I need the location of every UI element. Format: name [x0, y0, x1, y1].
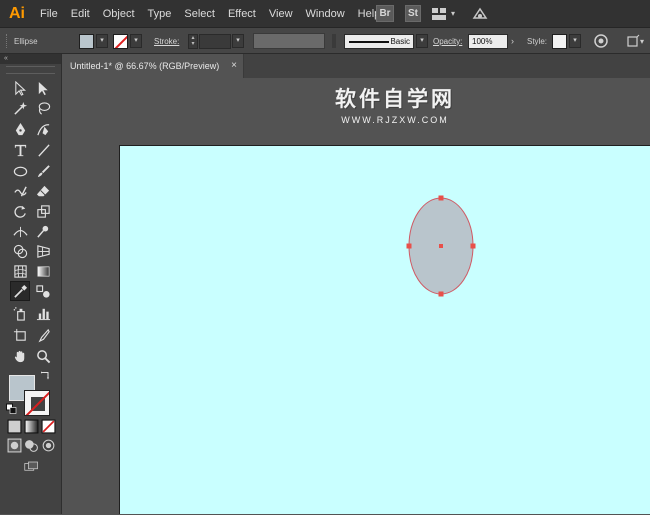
- toolbox-grip[interactable]: [6, 66, 55, 74]
- shaper-tool-icon[interactable]: [10, 181, 30, 201]
- change-screen-mode-icon[interactable]: [20, 458, 42, 474]
- profile-dropdown[interactable]: [332, 34, 336, 48]
- column-graph-tool-icon[interactable]: [33, 303, 53, 323]
- arrange-documents-icon[interactable]: [431, 7, 449, 21]
- graphic-style-swatch[interactable]: [552, 33, 567, 49]
- mesh-tool-icon[interactable]: [10, 261, 30, 281]
- zoom-tool-icon[interactable]: [33, 346, 53, 366]
- recolor-artwork-icon[interactable]: [594, 28, 608, 54]
- draw-behind-icon[interactable]: [23, 437, 39, 453]
- anchor-point-top[interactable]: [438, 195, 444, 201]
- draw-normal-icon[interactable]: [6, 437, 22, 453]
- document-tab-title: Untitled-1* @ 66.67% (RGB/Preview): [70, 61, 220, 71]
- main-menu: File Edit Object Type Select Effect View…: [40, 0, 393, 28]
- lasso-tool-icon[interactable]: [33, 98, 53, 118]
- gradient-mode-icon[interactable]: [23, 418, 39, 434]
- selection-tool-icon[interactable]: [10, 78, 30, 98]
- fill-color-mode-icon[interactable]: [6, 418, 22, 434]
- menu-edit[interactable]: Edit: [71, 8, 90, 20]
- swap-fill-stroke-icon[interactable]: [40, 369, 52, 381]
- brush-dropdown[interactable]: ▾: [416, 34, 428, 48]
- stock-button[interactable]: St: [405, 5, 421, 22]
- menu-effect[interactable]: Effect: [228, 8, 256, 20]
- gradient-tool-icon[interactable]: [33, 261, 53, 281]
- draw-inside-icon[interactable]: [40, 437, 56, 453]
- none-mode-icon[interactable]: [40, 418, 56, 434]
- symbol-sprayer-tool-icon[interactable]: [10, 303, 30, 323]
- stroke-color-box[interactable]: [24, 390, 50, 416]
- bridge-button[interactable]: Br: [376, 5, 394, 22]
- perspective-grid-tool-icon[interactable]: [33, 241, 53, 261]
- brush-definition-field[interactable]: Basic: [344, 33, 414, 49]
- toolbox: «: [0, 54, 62, 514]
- default-fill-stroke-icon[interactable]: [6, 403, 18, 415]
- curvature-tool-icon[interactable]: [33, 119, 53, 139]
- pen-tool-icon[interactable]: [10, 119, 30, 139]
- slice-tool-icon[interactable]: [33, 325, 53, 345]
- opacity-input[interactable]: 100%: [468, 33, 508, 49]
- magic-wand-tool-icon[interactable]: [10, 98, 30, 118]
- stroke-weight-stepper[interactable]: ▴ ▾: [188, 33, 198, 49]
- toolbox-collapse-button[interactable]: «: [0, 54, 61, 64]
- line-segment-tool-icon[interactable]: [33, 140, 53, 160]
- watermark-title: 软件自学网: [335, 88, 455, 111]
- ellipse-tool-icon[interactable]: [10, 161, 30, 181]
- brush-label: Basic: [390, 36, 410, 46]
- chevron-down-icon[interactable]: ▾: [640, 37, 644, 46]
- watermark: 软件自学网 WWW.RJZXW.COM: [325, 88, 465, 126]
- direct-selection-tool-icon[interactable]: [33, 78, 53, 98]
- close-icon[interactable]: ×: [231, 54, 237, 78]
- hand-tool-icon[interactable]: [10, 346, 30, 366]
- opacity-label[interactable]: Opacity:: [433, 37, 462, 46]
- artwork-layer: [406, 195, 476, 297]
- stroke-dropdown[interactable]: ▾: [130, 34, 142, 48]
- app-logo: Ai: [9, 5, 25, 22]
- scale-tool-icon[interactable]: [33, 201, 53, 221]
- anchor-point-bottom[interactable]: [438, 291, 444, 297]
- menu-file[interactable]: File: [40, 8, 58, 20]
- document-tab-bar: Untitled-1* @ 66.67% (RGB/Preview) ×: [62, 54, 650, 78]
- artboard[interactable]: [119, 145, 650, 514]
- stroke-weight-dropdown[interactable]: ▾: [232, 34, 244, 48]
- stroke-swatch[interactable]: [113, 33, 128, 49]
- panel-grip-icon: [6, 28, 10, 54]
- selection-type-label: Ellipse: [14, 36, 38, 46]
- document-tab[interactable]: Untitled-1* @ 66.67% (RGB/Preview) ×: [62, 54, 244, 78]
- anchor-point-right[interactable]: [470, 243, 476, 249]
- stroke-label[interactable]: Stroke:: [154, 37, 179, 46]
- center-point: [439, 244, 443, 248]
- anchor-point-left[interactable]: [406, 243, 412, 249]
- watermark-url: WWW.RJZXW.COM: [341, 115, 449, 125]
- stroke-weight-input[interactable]: [199, 33, 231, 49]
- sync-settings-icon[interactable]: [471, 5, 489, 23]
- fill-dropdown[interactable]: ▾: [96, 34, 108, 48]
- rotate-tool-icon[interactable]: [10, 201, 30, 221]
- chevron-right-icon[interactable]: ›: [511, 36, 514, 46]
- eraser-tool-icon[interactable]: [33, 181, 53, 201]
- shape-builder-tool-icon[interactable]: [10, 241, 30, 261]
- blend-tool-icon[interactable]: [33, 281, 53, 301]
- paintbrush-tool-icon[interactable]: [33, 161, 53, 181]
- menu-type[interactable]: Type: [148, 8, 172, 20]
- graphic-style-dropdown[interactable]: ▾: [569, 34, 581, 48]
- control-bar: Ellipse ▾ ▾ Stroke: ▴ ▾ ▾ Basic ▾ Opacity…: [0, 28, 650, 54]
- width-tool-icon[interactable]: [10, 221, 30, 241]
- brush-stroke-preview: [349, 40, 389, 43]
- artboard-tool-icon[interactable]: [10, 325, 30, 345]
- menu-window[interactable]: Window: [306, 8, 345, 20]
- menu-bar: Ai File Edit Object Type Select Effect V…: [0, 0, 650, 28]
- variable-width-profile[interactable]: [253, 33, 325, 49]
- menu-view[interactable]: View: [269, 8, 293, 20]
- chevron-down-icon[interactable]: ▾: [451, 9, 455, 18]
- style-label: Style:: [527, 36, 548, 46]
- type-tool-icon[interactable]: [10, 140, 30, 160]
- puppet-warp-tool-icon[interactable]: [33, 221, 53, 241]
- menu-object[interactable]: Object: [103, 8, 135, 20]
- transform-panel-icon[interactable]: [626, 28, 640, 54]
- eyedropper-tool-icon[interactable]: [10, 281, 30, 301]
- menu-select[interactable]: Select: [184, 8, 215, 20]
- fill-swatch[interactable]: [79, 33, 94, 49]
